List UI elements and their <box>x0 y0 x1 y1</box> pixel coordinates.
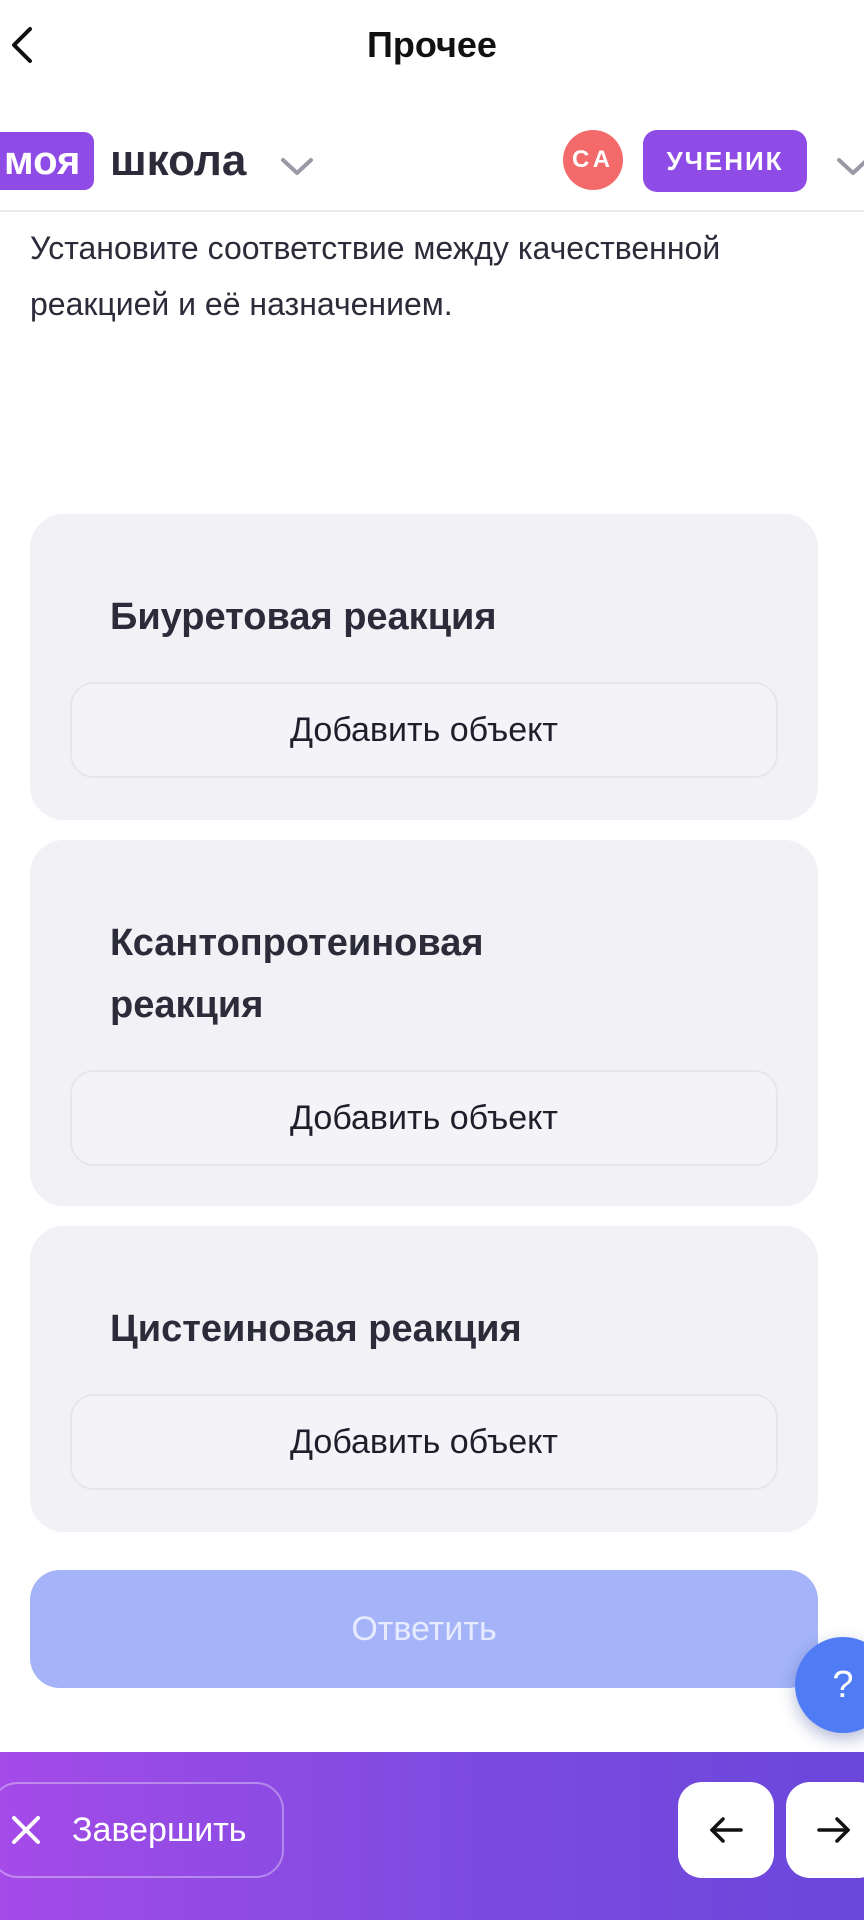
match-card: Ксантопротеиновая реакция Добавить объек… <box>30 840 818 1206</box>
next-button[interactable] <box>786 1782 864 1878</box>
add-object-button[interactable]: Добавить объект <box>70 1070 778 1166</box>
school-bar: моя школа СА УЧЕНИК <box>0 100 864 212</box>
page-title: Прочее <box>367 24 497 65</box>
bottom-bar: Завершить <box>0 1752 864 1920</box>
card-title: Цистеиновая реакция <box>110 1308 522 1350</box>
add-object-button[interactable]: Добавить объект <box>70 682 778 778</box>
card-title: Биуретовая реакция <box>110 596 497 638</box>
arrow-left-icon <box>710 1817 743 1843</box>
card-title: Ксантопротеиновая реакция <box>110 922 484 1026</box>
prev-button[interactable] <box>678 1782 774 1878</box>
close-icon <box>12 1816 40 1844</box>
add-object-button[interactable]: Добавить объект <box>70 1394 778 1490</box>
finish-label: Завершить <box>72 1811 247 1849</box>
role-chevron-down-icon[interactable] <box>836 156 864 178</box>
role-badge[interactable]: УЧЕНИК <box>643 130 807 192</box>
avatar[interactable]: СА <box>563 130 623 190</box>
match-card: Биуретовая реакция Добавить объект <box>30 514 818 820</box>
answer-button[interactable]: Ответить <box>30 1570 818 1688</box>
top-bar: Прочее <box>0 0 864 100</box>
logo-badge: моя <box>0 132 95 190</box>
finish-button[interactable]: Завершить <box>0 1782 284 1878</box>
logo-text: школа <box>110 136 247 185</box>
school-chevron-down-icon[interactable] <box>280 156 314 178</box>
question-text: Установите соответствие между качественн… <box>30 230 721 322</box>
arrow-right-icon <box>817 1817 850 1843</box>
match-card: Цистеиновая реакция Добавить объект <box>30 1226 818 1532</box>
